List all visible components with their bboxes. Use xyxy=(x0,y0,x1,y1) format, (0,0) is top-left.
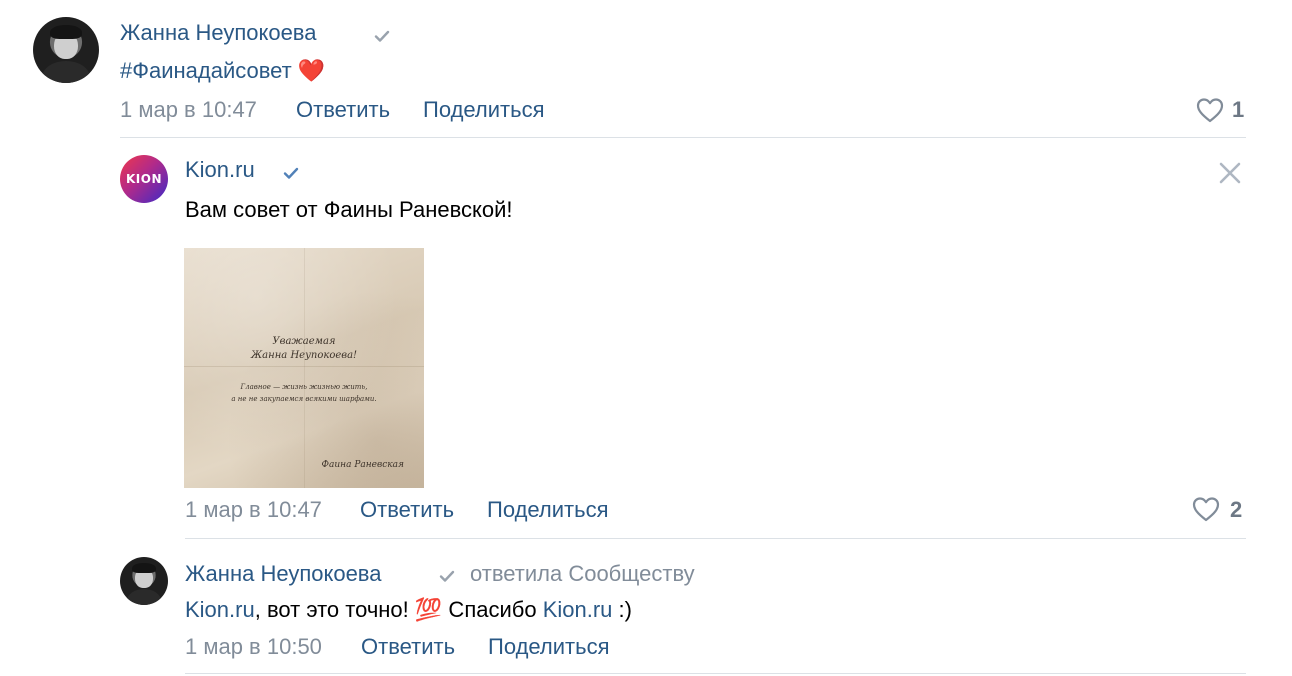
author-name[interactable]: Жанна Неупокоева xyxy=(120,20,317,46)
letter-greeting: Уважаемая xyxy=(272,336,336,347)
comment-text: Вам совет от Фаины Раневской! xyxy=(185,197,513,222)
like-heart-icon[interactable] xyxy=(1195,95,1225,125)
comment-date[interactable]: 1 мар в 10:47 xyxy=(185,497,322,523)
mention-link[interactable]: Kion.ru xyxy=(543,597,613,622)
letter-addressee: Жанна Неупокоева! xyxy=(250,350,358,361)
author-avatar[interactable] xyxy=(33,17,99,83)
letter-signature: Фаина Раневская xyxy=(321,460,404,470)
hundred-emoji: 💯 xyxy=(414,597,443,622)
author-avatar[interactable] xyxy=(120,557,168,605)
author-name[interactable]: Жанна Неупокоева xyxy=(185,561,382,587)
reply-to-note[interactable]: ответила Сообществу xyxy=(470,561,695,587)
community-avatar[interactable]: KION xyxy=(120,155,168,203)
like-count: 1 xyxy=(1232,97,1245,122)
text-part: Спасибо xyxy=(442,597,543,622)
reply-button[interactable]: Ответить xyxy=(360,497,454,523)
verified-check-icon xyxy=(374,30,390,42)
attached-image[interactable]: Уважаемая Жанна Неупокоева! Главное — жи… xyxy=(184,248,424,488)
share-button[interactable]: Поделиться xyxy=(423,97,544,123)
heart-emoji: ❤️ xyxy=(297,58,326,83)
letter-text-line-1: Главное — жизнь жизнью жить, xyxy=(240,383,368,391)
comment-1: Жанна Неупокоева #Фаинадайсовет ❤️ 1 мар… xyxy=(0,0,1292,140)
comment-text: #Фаинадайсовет ❤️ xyxy=(120,58,325,84)
mention-link[interactable]: Kion.ru xyxy=(185,597,255,622)
text-part: , вот это точно! xyxy=(254,597,415,622)
like-heart-icon[interactable] xyxy=(1191,494,1221,524)
comment-date[interactable]: 1 мар в 10:47 xyxy=(120,97,257,123)
share-button[interactable]: Поделиться xyxy=(487,497,608,523)
reply-button[interactable]: Ответить xyxy=(296,97,390,123)
letter-text-line-2: а не не закупаемся всякими шарфами. xyxy=(231,395,377,403)
comment-divider xyxy=(185,538,1246,539)
comment-divider xyxy=(185,673,1246,674)
verified-check-icon xyxy=(283,167,299,179)
comment-text: Kion.ru, вот это точно! 💯 Спасибо Kion.r… xyxy=(185,597,632,623)
like-count: 2 xyxy=(1230,497,1243,522)
comment-date[interactable]: 1 мар в 10:50 xyxy=(185,634,322,660)
kion-logo: KION xyxy=(125,172,162,186)
community-name[interactable]: Kion.ru xyxy=(185,157,255,183)
share-button[interactable]: Поделиться xyxy=(488,634,609,660)
reply-button[interactable]: Ответить xyxy=(361,634,455,660)
comment-divider xyxy=(120,137,1246,138)
hashtag-link[interactable]: #Фаинадайсовет xyxy=(120,58,292,83)
verified-check-icon xyxy=(439,570,455,582)
text-part: :) xyxy=(612,597,632,622)
close-icon[interactable] xyxy=(1215,158,1245,188)
